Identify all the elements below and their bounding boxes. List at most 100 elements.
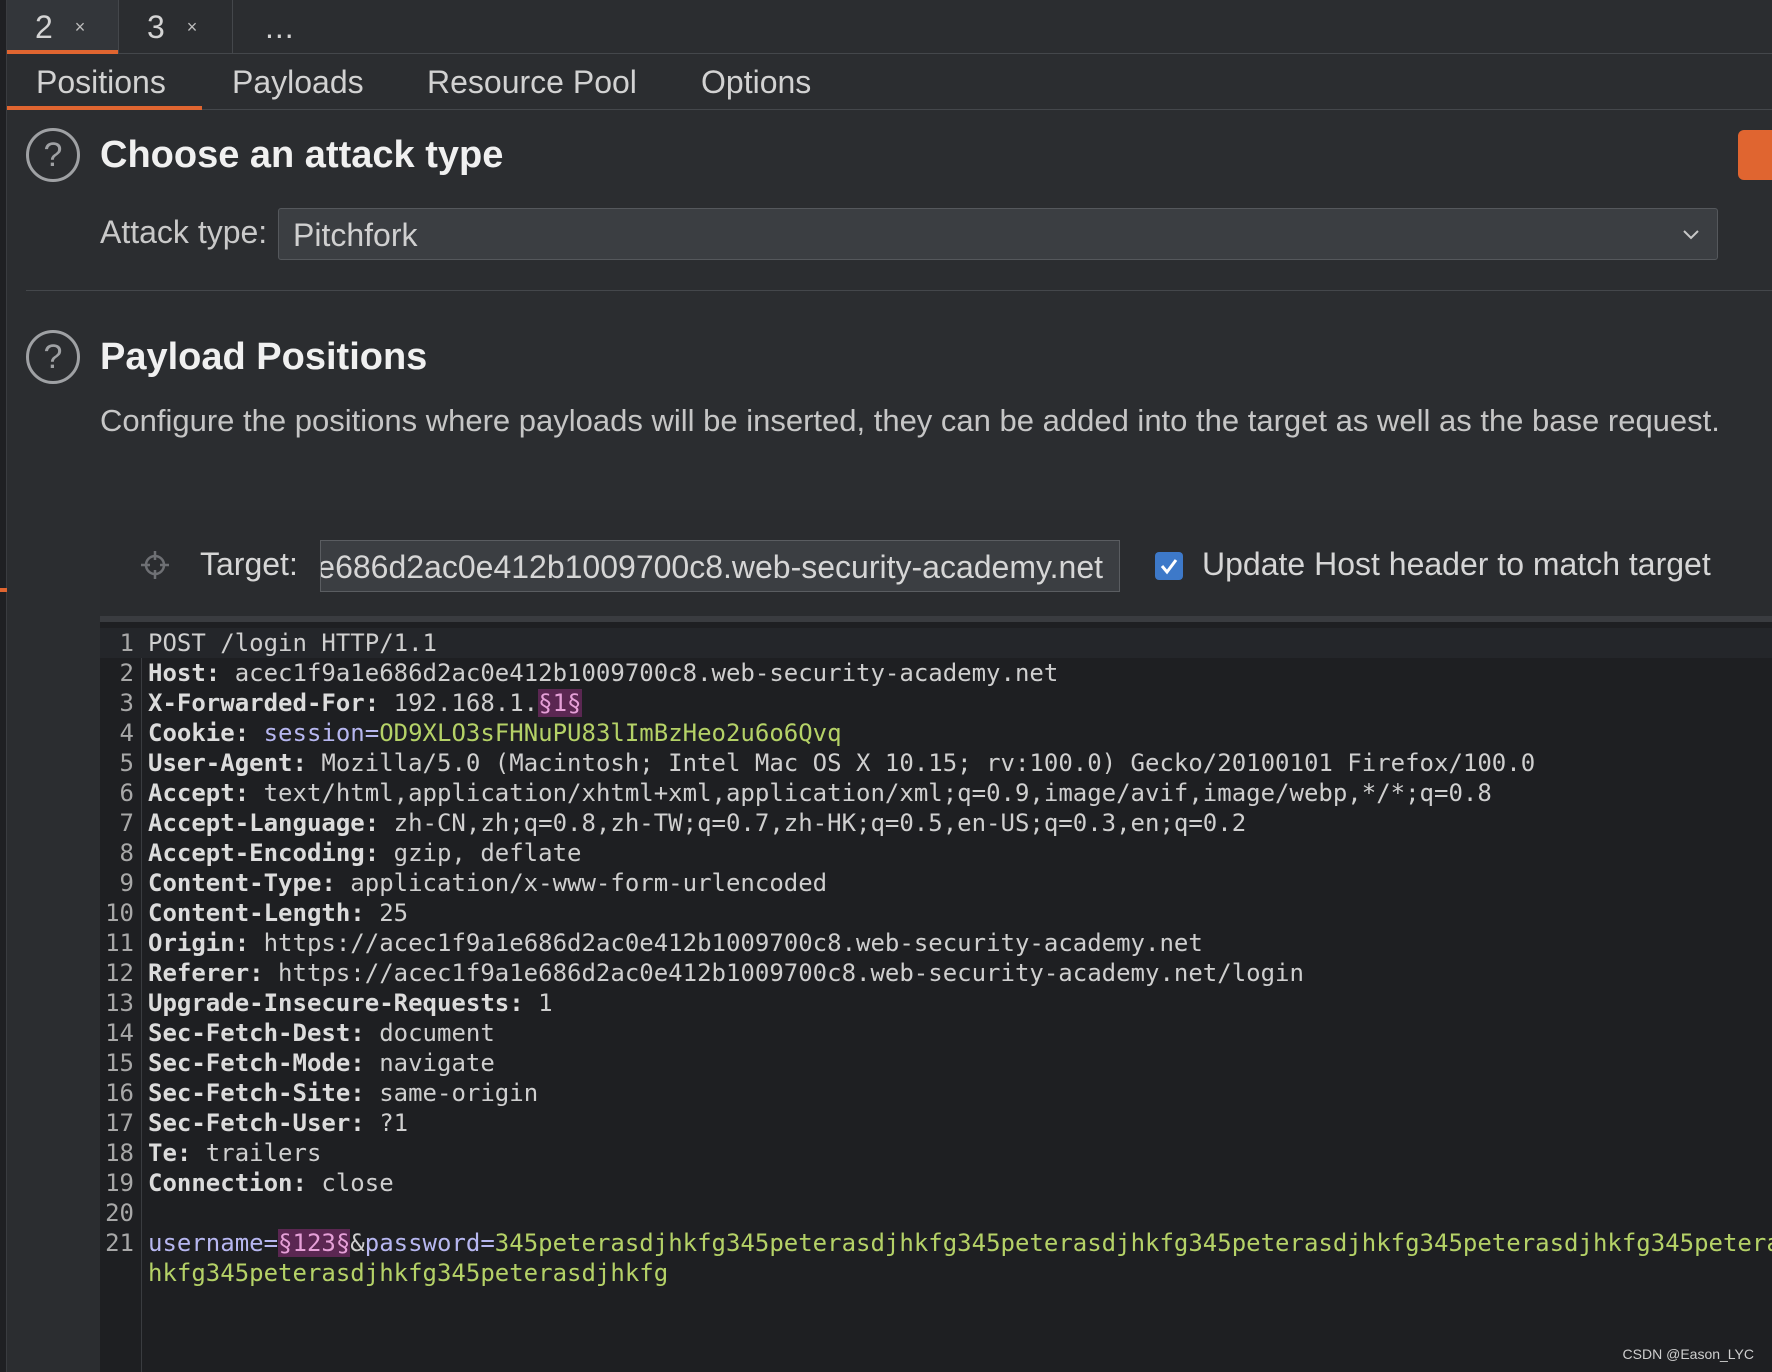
request-line[interactable]: 1 POST /login HTTP/1.1 [100, 628, 1772, 658]
header-value: https://acec1f9a1e686d2ac0e412b1009700c8… [249, 929, 1203, 957]
request-line[interactable]: 3 X-Forwarded-For: 192.168.1.§1§ [100, 688, 1772, 718]
line-text: POST /login HTTP/1.1 [148, 628, 437, 658]
tab-2[interactable]: 2 × [7, 0, 119, 54]
request-line[interactable]: 2 Host: acec1f9a1e686d2ac0e412b1009700c8.… [100, 658, 1772, 688]
update-host-checkbox[interactable] [1155, 552, 1183, 580]
param-separator: & [350, 1229, 365, 1257]
header-name: Upgrade-Insecure-Requests: [148, 989, 524, 1017]
request-line[interactable]: 4 Cookie: session=OD9XLO3sFHNuPU83lImBzHe… [100, 718, 1772, 748]
header-name: User-Agent: [148, 749, 307, 777]
line-text: Sec-Fetch-Mode: navigate [148, 1048, 495, 1078]
request-line[interactable]: 5 User-Agent: Mozilla/5.0 (Macintosh; Int… [100, 748, 1772, 778]
target-input[interactable]: https://acec1f9a1e686d2ac0e412b1009700c8… [320, 540, 1120, 592]
header-name: Sec-Fetch-Dest: [148, 1019, 365, 1047]
header-name: Content-Length: [148, 899, 365, 927]
line-text: Content-Type: application/x-www-form-url… [148, 868, 827, 898]
request-line[interactable]: 17 Sec-Fetch-User: ?1 [100, 1108, 1772, 1138]
more-tabs-button[interactable]: ... [233, 0, 323, 54]
payload-marker: §123§ [278, 1229, 351, 1257]
line-number: 12 [105, 959, 134, 987]
line-text: Accept: text/html,application/xhtml+xml,… [148, 778, 1492, 808]
line-number: 8 [119, 839, 134, 867]
help-icon[interactable]: ? [26, 330, 80, 384]
payload-positions-title: Payload Positions [100, 336, 428, 378]
request-line[interactable]: 14 Sec-Fetch-Dest: document [100, 1018, 1772, 1048]
line-number: 13 [105, 989, 134, 1017]
request-line[interactable]: 19 Connection: close [100, 1168, 1772, 1198]
header-name: Referer: [148, 959, 264, 987]
close-icon[interactable]: × [75, 17, 86, 38]
request-body-line-wrap[interactable]: hkfg345peterasdjhkfg345peterasdjhkfg [100, 1258, 1772, 1288]
start-attack-button[interactable] [1738, 130, 1772, 180]
line-text: Connection: close [148, 1168, 394, 1198]
line-number: 4 [119, 719, 134, 747]
tab-payloads[interactable]: Payloads [232, 54, 364, 110]
header-name: Content-Type: [148, 869, 336, 897]
intruder-subtabs: Positions Payloads Resource Pool Options [7, 54, 1772, 110]
tab-resource-pool[interactable]: Resource Pool [427, 54, 637, 110]
tab-options[interactable]: Options [701, 54, 811, 110]
attack-tab-bar: 2 × 3 × ... [7, 0, 1772, 54]
update-host-label[interactable]: Update Host header to match target [1202, 546, 1711, 583]
line-text: username=§123§&password=345peterasdjhkfg… [148, 1228, 1772, 1258]
request-line[interactable]: 13 Upgrade-Insecure-Requests: 1 [100, 988, 1772, 1018]
line-number: 9 [119, 869, 134, 897]
request-line[interactable]: 12 Referer: https://acec1f9a1e686d2ac0e41… [100, 958, 1772, 988]
line-number: 20 [105, 1199, 134, 1227]
request-editor[interactable]: 1 POST /login HTTP/1.1 2 Host: acec1f9a1e68… [100, 628, 1772, 1372]
header-name: Sec-Fetch-Mode: [148, 1049, 365, 1077]
line-text: Sec-Fetch-Dest: document [148, 1018, 495, 1048]
header-name: Origin: [148, 929, 250, 957]
line-text: Referer: https://acec1f9a1e686d2ac0e412b… [148, 958, 1304, 988]
request-line[interactable]: 8 Accept-Encoding: gzip, deflate [100, 838, 1772, 868]
line-text: Accept-Language: zh-CN,zh;q=0.8,zh-TW;q=… [148, 808, 1246, 838]
header-value: application/x-www-form-urlencoded [335, 869, 828, 897]
header-name: Sec-Fetch-User: [148, 1109, 365, 1137]
intruder-window: 2 × 3 × ... Positions Payloads Resource … [0, 0, 1772, 1372]
header-value: trailers [191, 1139, 322, 1167]
line-text: Host: acec1f9a1e686d2ac0e412b1009700c8.w… [148, 658, 1058, 688]
header-value: Mozilla/5.0 (Macintosh; Intel Mac OS X 1… [306, 749, 1536, 777]
checkmark-icon [1160, 559, 1178, 575]
header-value: ?1 [364, 1109, 409, 1137]
line-text: Content-Length: 25 [148, 898, 408, 928]
tab-positions[interactable]: Positions [7, 54, 202, 110]
tab-3[interactable]: 3 × [119, 0, 233, 54]
header-value: gzip, deflate [379, 839, 582, 867]
param-value: 345peterasdjhkfg345peterasdjhkfg345peter… [494, 1229, 1772, 1257]
header-value: document [364, 1019, 495, 1047]
request-line[interactable]: 18 Te: trailers [100, 1138, 1772, 1168]
line-text: User-Agent: Mozilla/5.0 (Macintosh; Inte… [148, 748, 1535, 778]
help-icon[interactable]: ? [26, 128, 80, 182]
close-icon[interactable]: × [187, 17, 198, 38]
line-text: X-Forwarded-For: 192.168.1.§1§ [148, 688, 582, 718]
request-line[interactable]: 11 Origin: https://acec1f9a1e686d2ac0e412… [100, 928, 1772, 958]
attack-type-title: Choose an attack type [100, 134, 504, 176]
request-line[interactable]: 10 Content-Length: 25 [100, 898, 1772, 928]
header-name: Sec-Fetch-Site: [148, 1079, 365, 1107]
request-code[interactable]: 1 POST /login HTTP/1.1 2 Host: acec1f9a1e68… [100, 628, 1772, 1288]
target-label: Target: [200, 546, 298, 582]
request-line[interactable]: 15 Sec-Fetch-Mode: navigate [100, 1048, 1772, 1078]
attack-type-label: Attack type: [100, 214, 268, 250]
header-value: https://acec1f9a1e686d2ac0e412b1009700c8… [263, 959, 1304, 987]
request-line[interactable]: 20 [100, 1198, 1772, 1228]
request-line[interactable]: 6 Accept: text/html,application/xhtml+xml… [100, 778, 1772, 808]
header-value: POST /login HTTP/1.1 [148, 629, 437, 657]
line-text: hkfg345peterasdjhkfg345peterasdjhkfg [148, 1258, 668, 1288]
left-sidebar-strip [0, 0, 7, 1372]
request-line[interactable]: 9 Content-Type: application/x-www-form-ur… [100, 868, 1772, 898]
request-body-line[interactable]: 21 username=§123§&password=345peterasdjhk… [100, 1228, 1772, 1258]
line-number: 7 [119, 809, 134, 837]
request-line[interactable]: 16 Sec-Fetch-Site: same-origin [100, 1078, 1772, 1108]
tab-label: 2 [35, 8, 53, 45]
header-value: close [306, 1169, 394, 1197]
line-number: 2 [119, 659, 134, 687]
request-line[interactable]: 7 Accept-Language: zh-CN,zh;q=0.8,zh-TW;q… [100, 808, 1772, 838]
payload-positions-description: Configure the positions where payloads w… [100, 403, 1720, 438]
header-value: same-origin [364, 1079, 539, 1107]
param-name: password= [364, 1229, 495, 1257]
request-editor-panel: Target: https://acec1f9a1e686d2ac0e412b1… [100, 510, 1772, 1372]
line-text: Cookie: session=OD9XLO3sFHNuPU83lImBzHeo… [148, 718, 842, 748]
attack-type-select[interactable]: Pitchfork [278, 208, 1718, 260]
